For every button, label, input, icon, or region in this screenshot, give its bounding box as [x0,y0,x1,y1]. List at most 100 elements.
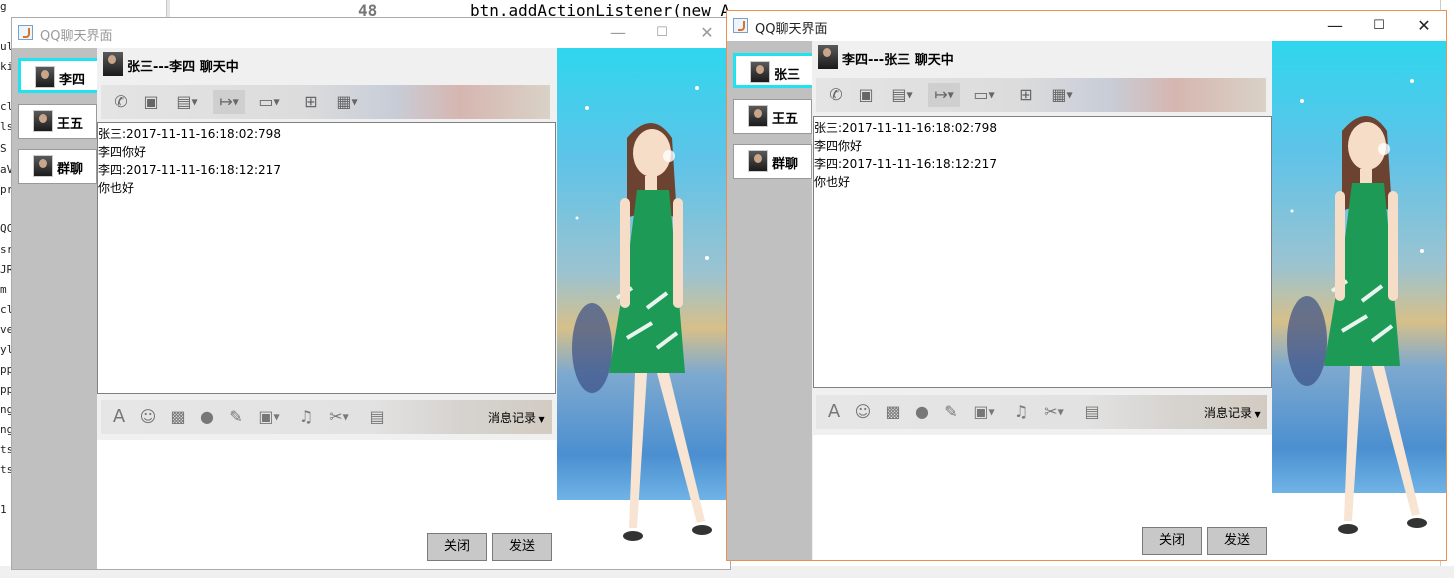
avatar [748,105,768,127]
font-icon[interactable]: A [822,400,846,424]
chat-title: 李四---张三 聊天中 [842,53,954,68]
message-text: 李四你好 [814,139,863,153]
remote-desktop-icon[interactable]: ▤▼ [886,83,918,107]
emoji-icon[interactable]: ☺ [851,400,875,424]
message-history-link[interactable]: 消息记录 ▼ [1204,404,1261,421]
screen-share-icon[interactable]: ▭▼ [253,90,285,114]
apps-grid-icon[interactable]: ▦▼ [331,90,363,114]
file-transfer-icon[interactable]: ↦▼ [928,83,960,107]
chat-title: 张三---李四 聊天中 [127,60,239,75]
decorative-character-image [557,48,730,569]
microphone-icon[interactable]: ● [195,405,219,429]
avatar [33,110,53,132]
red-packet-icon[interactable]: ▤ [1080,400,1104,424]
minimize-button[interactable]: — [1312,14,1358,38]
history-label: 消息记录 [1204,406,1253,420]
top-toolbar: ✆ ▣ ▤▼ ↦▼ ▭▼ ⊞ ▦▼ [816,78,1266,112]
top-toolbar: ✆ ▣ ▤▼ ↦▼ ▭▼ ⊞ ▦▼ [101,85,550,119]
ide-fragment: g [0,0,7,13]
maximize-button[interactable]: ☐ [639,21,685,45]
file-transfer-icon[interactable]: ↦▼ [213,90,245,114]
message-text: 你也好 [98,181,135,195]
contact-name: 张三 [774,68,801,83]
apps-grid-icon[interactable]: ▦▼ [1046,83,1078,107]
avatar [35,66,55,88]
chat-panel: 张三---李四 聊天中 ✆ ▣ ▤▼ ↦▼ ▭▼ ⊞ ▦▼ 张三:2017-11… [97,48,557,569]
message-header: 张三:2017-11-11-16:18:02:798 [98,127,281,141]
shake-icon[interactable]: ▩ [166,405,190,429]
maximize-button[interactable]: ☐ [1356,14,1402,38]
send-button[interactable]: 发送 [1207,527,1267,555]
video-icon[interactable]: ▣ [139,90,163,114]
contact-item[interactable]: 王五 [733,99,812,134]
java-app-icon [733,18,748,33]
character-illustration [557,48,730,569]
image-icon[interactable]: ▣▼ [968,400,1000,424]
chat-panel: 李四---张三 聊天中 ✆ ▣ ▤▼ ↦▼ ▭▼ ⊞ ▦▼ 张三:2017-11… [812,41,1272,560]
contact-item[interactable]: 张三 [733,53,812,88]
contact-name: 王五 [772,112,799,127]
window-title: QQ聊天界面 [40,29,113,44]
ide-fragment: 1 [0,503,7,516]
decorative-character-image [1272,41,1446,560]
emoji-icon[interactable]: ☺ [136,405,160,429]
close-button[interactable]: 关闭 [1142,527,1202,555]
close-window-button[interactable]: ✕ [1401,14,1447,38]
contact-item[interactable]: 群聊 [733,144,812,179]
title-bar[interactable]: QQ聊天界面 — ☐ ✕ [727,11,1446,41]
add-comment-icon[interactable]: ⊞ [1014,83,1038,107]
music-icon[interactable]: ♫ [294,405,318,429]
chat-window-active[interactable]: QQ聊天界面 — ☐ ✕ 张三 王五 群聊 李四---张三 聊天中 ✆ ▣ ▤▼… [726,10,1447,561]
input-toolbar: A ☺ ▩ ● ✎ ▣▼ ♫ ✂▼ ▤ 消息记录 ▼ [816,395,1267,429]
message-text: 李四你好 [98,145,147,159]
pen-icon[interactable]: ✎ [939,400,963,424]
shake-icon[interactable]: ▩ [881,400,905,424]
red-packet-icon[interactable]: ▤ [365,405,389,429]
chat-avatar [818,45,838,69]
ide-fragment: m [0,283,7,296]
message-header: 李四:2017-11-11-16:18:12:217 [98,163,281,177]
ide-fragment: S [0,142,7,155]
chat-window-inactive[interactable]: QQ聊天界面 — ☐ ✕ 李四 王五 群聊 张三---李四 聊天中 ✆ ▣ ▤▼… [11,17,731,570]
phone-icon[interactable]: ✆ [109,90,133,114]
input-toolbar: A ☺ ▩ ● ✎ ▣▼ ♫ ✂▼ ▤ 消息记录 ▼ [101,400,552,434]
message-header: 张三:2017-11-11-16:18:02:798 [814,121,997,135]
microphone-icon[interactable]: ● [910,400,934,424]
minimize-button[interactable]: — [595,21,641,45]
music-icon[interactable]: ♫ [1009,400,1033,424]
message-input[interactable] [813,435,1272,560]
add-comment-icon[interactable]: ⊞ [299,90,323,114]
message-history[interactable]: 张三:2017-11-11-16:18:02:798 李四你好 李四:2017-… [813,116,1272,388]
contact-item[interactable]: 李四 [18,58,97,93]
contact-item[interactable]: 王五 [18,104,97,139]
send-button[interactable]: 发送 [492,533,552,561]
scissors-icon[interactable]: ✂▼ [1038,400,1070,424]
remote-desktop-icon[interactable]: ▤▼ [171,90,203,114]
pen-icon[interactable]: ✎ [224,405,248,429]
contact-item[interactable]: 群聊 [18,149,97,184]
java-app-icon [18,25,33,40]
message-history[interactable]: 张三:2017-11-11-16:18:02:798 李四你好 李四:2017-… [97,122,556,394]
message-text: 你也好 [814,175,851,189]
close-button[interactable]: 关闭 [427,533,487,561]
video-icon[interactable]: ▣ [854,83,878,107]
scissors-icon[interactable]: ✂▼ [323,405,355,429]
font-icon[interactable]: A [107,405,131,429]
avatar [750,61,770,83]
phone-icon[interactable]: ✆ [824,83,848,107]
message-input[interactable] [97,440,557,569]
contact-list: 张三 王五 群聊 [727,41,812,560]
avatar [748,150,768,172]
contact-name: 群聊 [57,162,84,177]
message-history-link[interactable]: 消息记录 ▼ [488,409,545,426]
message-header: 李四:2017-11-11-16:18:12:217 [814,157,997,171]
contact-name: 王五 [57,117,84,132]
avatar [33,155,53,177]
image-icon[interactable]: ▣▼ [253,405,285,429]
title-bar[interactable]: QQ聊天界面 — ☐ ✕ [12,18,730,48]
close-window-button[interactable]: ✕ [684,21,730,45]
contact-name: 群聊 [772,157,799,172]
screen-share-icon[interactable]: ▭▼ [968,83,1000,107]
history-label: 消息记录 [488,411,537,425]
character-illustration [1272,41,1446,560]
